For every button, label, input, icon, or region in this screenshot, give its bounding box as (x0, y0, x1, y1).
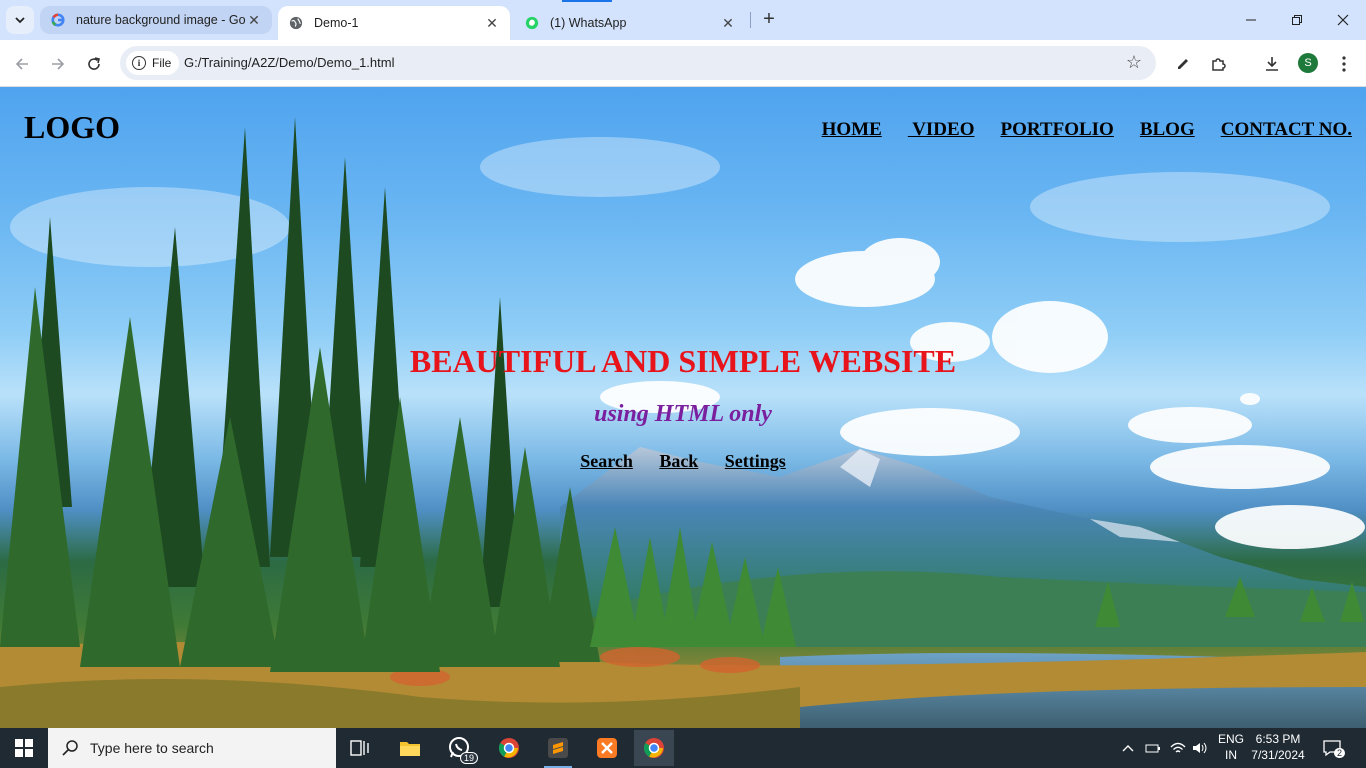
close-window-button[interactable] (1320, 0, 1366, 40)
clock-time: 6:53 PM (1255, 732, 1301, 746)
forward-button[interactable] (44, 50, 72, 78)
settings-link[interactable]: Settings (725, 451, 786, 471)
tab-title: nature background image - Go (76, 13, 246, 27)
close-icon[interactable]: ✕ (720, 15, 736, 31)
reload-button[interactable] (80, 50, 108, 78)
minimize-button[interactable] (1228, 0, 1274, 40)
volume-icon[interactable] (1192, 728, 1210, 768)
arrow-left-icon (15, 58, 28, 70)
clock-date: 7/31/2024 (1251, 748, 1305, 762)
more-menu-icon[interactable] (1332, 52, 1356, 76)
chrome-icon (498, 738, 519, 758)
folder-icon (400, 742, 420, 756)
address-bar[interactable]: i File G:/Training/A2Z/Demo/Demo_1.html … (120, 46, 1156, 80)
notification-count: 2 (1334, 748, 1346, 758)
chrome-icon (643, 738, 664, 758)
extensions-icon[interactable] (1207, 52, 1231, 76)
nav-link-home[interactable]: HOME (822, 119, 882, 141)
whatsapp-icon (524, 15, 540, 31)
profile-avatar[interactable]: S (1298, 53, 1318, 73)
nav-link-video[interactable]: VIDEO (908, 119, 974, 141)
close-icon (1337, 14, 1349, 26)
restore-icon (1292, 15, 1302, 25)
site-info-chip[interactable]: i File (126, 51, 180, 75)
taskbar-search-box[interactable]: Type here to search (48, 728, 336, 768)
task-view-icon (350, 740, 369, 756)
language-code: ENG (1217, 732, 1244, 746)
tab-demo-1[interactable]: Demo-1 ✕ (278, 6, 510, 40)
tab-separator (750, 12, 751, 28)
search-link[interactable]: Search (580, 451, 633, 471)
download-icon[interactable] (1260, 52, 1284, 76)
site-nav: HOME VIDEO PORTFOLIO BLOG CONTACT NO. (796, 119, 1352, 141)
file-explorer-button[interactable] (390, 732, 430, 764)
battery-icon[interactable] (1145, 728, 1161, 768)
sublime-text-button[interactable] (538, 732, 578, 768)
hero-subtitle: using HTML only (594, 401, 772, 427)
tab-title: Demo-1 (314, 16, 359, 30)
arrow-right-icon (52, 58, 65, 70)
chrome-taskbar-button[interactable] (489, 732, 529, 764)
close-icon[interactable]: ✕ (484, 15, 500, 31)
nav-link-blog[interactable]: BLOG (1140, 119, 1195, 141)
start-button[interactable] (0, 728, 48, 768)
sublime-icon (548, 738, 568, 758)
back-link[interactable]: Back (659, 451, 698, 471)
wifi-icon[interactable] (1170, 728, 1186, 768)
region-code: IN (1225, 748, 1237, 762)
minimize-icon (1246, 19, 1256, 21)
chip-label: File (152, 56, 172, 70)
restore-button[interactable] (1274, 0, 1320, 40)
google-icon (50, 12, 66, 28)
show-hidden-icons[interactable] (1122, 728, 1134, 768)
nav-link-portfolio[interactable]: PORTFOLIO (1000, 119, 1113, 141)
url-text[interactable]: G:/Training/A2Z/Demo/Demo_1.html (184, 55, 394, 70)
tab-search-button[interactable] (6, 6, 34, 34)
search-icon (62, 740, 78, 756)
back-button[interactable] (8, 50, 36, 78)
tab-whatsapp[interactable]: (1) WhatsApp ✕ (514, 6, 746, 40)
hero-links: Search Back Settings (0, 451, 1366, 472)
xampp-button[interactable] (587, 732, 627, 764)
search-placeholder: Type here to search (90, 740, 214, 756)
nav-link-contact[interactable]: CONTACT NO. (1221, 119, 1352, 141)
chevron-up-icon (1122, 745, 1134, 752)
xampp-icon (597, 738, 617, 758)
globe-icon (288, 15, 304, 31)
chevron-down-icon (15, 17, 25, 24)
tab-google-search[interactable]: nature background image - Go ✕ (40, 6, 272, 34)
chrome-active-button[interactable] (634, 730, 674, 766)
pen-icon[interactable] (1171, 52, 1195, 76)
windows-icon (15, 739, 33, 757)
taskbar: Type here to search 19 ENG IN 6:53 PM 7/… (0, 728, 1366, 768)
notification-badge: 19 (459, 752, 478, 764)
notification-center-button[interactable]: 2 (1322, 728, 1346, 768)
clock[interactable]: 6:53 PM 7/31/2024 (1248, 731, 1308, 763)
task-view-button[interactable] (340, 732, 380, 764)
bookmark-star-icon[interactable]: ☆ (1126, 52, 1142, 73)
reload-icon (88, 57, 100, 70)
close-icon[interactable]: ✕ (246, 12, 262, 28)
loading-indicator (562, 0, 612, 2)
info-icon: i (132, 56, 146, 70)
tab-strip: nature background image - Go ✕ Demo-1 ✕ … (0, 0, 1366, 40)
language-indicator[interactable]: ENG IN (1214, 731, 1248, 763)
browser-toolbar: i File G:/Training/A2Z/Demo/Demo_1.html … (0, 40, 1366, 87)
new-tab-button[interactable]: + (758, 8, 780, 32)
web-page: LOGO HOME VIDEO PORTFOLIO BLOG CONTACT N… (0, 87, 1366, 728)
site-logo[interactable]: LOGO (24, 109, 120, 146)
tab-title: (1) WhatsApp (550, 16, 627, 30)
whatsapp-taskbar-button[interactable]: 19 (440, 732, 480, 764)
hero-title: BEAUTIFUL AND SIMPLE WEBSITE (409, 343, 957, 379)
